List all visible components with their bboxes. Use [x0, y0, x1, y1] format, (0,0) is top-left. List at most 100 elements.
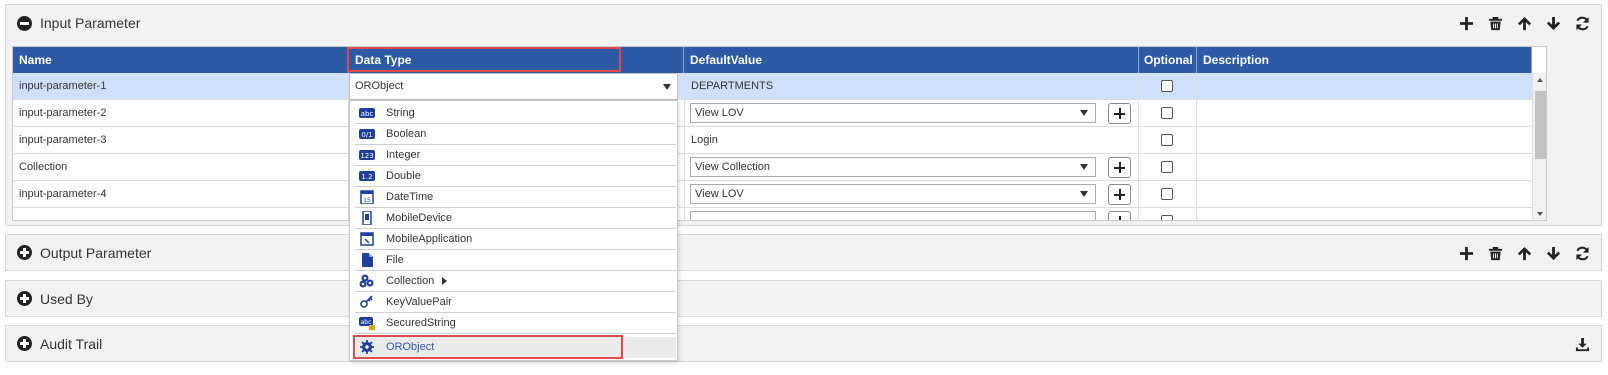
audit-toolbar	[1573, 326, 1592, 363]
option-secured-string[interactable]: abc SecuredString	[355, 313, 676, 334]
optional-cell	[1139, 127, 1197, 154]
default-value-cell: View Collection	[684, 154, 1139, 181]
input-toolbar	[1457, 5, 1592, 41]
integer-icon: 123	[359, 150, 375, 160]
option-orobject[interactable]: ORObject	[355, 337, 676, 358]
panel-title: Used By	[40, 290, 93, 307]
mobile-application-icon	[360, 232, 374, 246]
default-value-select[interactable]	[690, 211, 1096, 220]
add-default-button[interactable]	[1108, 103, 1131, 124]
chevron-down-icon	[1080, 110, 1088, 116]
data-type-select[interactable]: ORObject	[349, 73, 678, 100]
table-row[interactable]: Collection View Collection	[13, 154, 1532, 181]
name-cell: input-parameter-3	[13, 127, 349, 154]
svg-text:0/1: 0/1	[361, 131, 372, 139]
default-value-select[interactable]: View LOV	[690, 184, 1096, 204]
column-data-type[interactable]: Data Type	[349, 47, 684, 73]
orobject-icon	[360, 340, 374, 354]
table-row[interactable]: input-parameter-4 View LOV	[13, 181, 1532, 208]
default-value-cell: Login	[684, 127, 1139, 154]
option-double[interactable]: 1.2 Double	[355, 166, 676, 187]
name-cell: input-parameter-2	[13, 100, 349, 127]
option-string[interactable]: abc String	[355, 103, 676, 124]
option-mobile-application[interactable]: MobileApplication	[355, 229, 676, 250]
refresh-icon[interactable]	[1573, 14, 1592, 33]
move-up-icon[interactable]	[1515, 244, 1534, 263]
trash-icon[interactable]	[1486, 14, 1505, 33]
add-default-button[interactable]	[1108, 157, 1131, 178]
add-icon[interactable]	[1457, 244, 1476, 263]
output-parameter-header[interactable]: Output Parameter	[6, 235, 1406, 270]
table-row[interactable]: input-parameter-1 DEPARTMENTS	[13, 73, 1532, 100]
expand-icon[interactable]	[17, 291, 32, 306]
name-cell	[13, 208, 349, 220]
collection-icon	[359, 274, 374, 288]
default-value-select[interactable]: View LOV	[690, 103, 1096, 123]
optional-checkbox[interactable]	[1161, 80, 1173, 92]
default-value-cell: DEPARTMENTS	[684, 73, 1139, 100]
name-cell: Collection	[13, 154, 349, 181]
key-value-pair-icon	[360, 295, 373, 308]
svg-text:123: 123	[360, 152, 373, 160]
scroll-thumb[interactable]	[1535, 91, 1546, 159]
option-integer[interactable]: 123 Integer	[355, 145, 676, 166]
option-collection[interactable]: Collection	[355, 271, 676, 292]
optional-checkbox[interactable]	[1161, 134, 1173, 146]
datetime-icon: 15	[360, 190, 374, 204]
used-by-header[interactable]: Used By	[6, 281, 1601, 316]
name-cell: input-parameter-1	[13, 73, 349, 100]
column-optional[interactable]: Optional	[1139, 47, 1197, 73]
move-down-icon[interactable]	[1544, 244, 1563, 263]
scroll-down-icon[interactable]	[1537, 212, 1543, 216]
mobile-device-icon	[362, 211, 372, 225]
svg-text:abc: abc	[361, 110, 374, 118]
trash-icon[interactable]	[1486, 244, 1505, 263]
panel-title: Input Parameter	[40, 15, 141, 31]
collapse-icon[interactable]	[17, 15, 32, 31]
add-default-button[interactable]	[1108, 184, 1131, 205]
add-default-button[interactable]	[1108, 211, 1131, 220]
option-boolean[interactable]: 0/1 Boolean	[355, 124, 676, 145]
panel-title: Output Parameter	[40, 244, 152, 261]
table-row[interactable]	[13, 208, 1532, 220]
column-description[interactable]: Description	[1197, 47, 1532, 73]
expand-icon[interactable]	[17, 245, 32, 260]
input-parameter-header[interactable]: Input Parameter	[6, 5, 1406, 41]
add-icon[interactable]	[1457, 14, 1476, 33]
table-row[interactable]: input-parameter-2 View LOV	[13, 100, 1532, 127]
optional-checkbox[interactable]	[1161, 215, 1173, 220]
move-up-icon[interactable]	[1515, 14, 1534, 33]
scroll-up-icon[interactable]	[1537, 78, 1543, 82]
optional-cell	[1139, 100, 1197, 127]
audit-trail-header[interactable]: Audit Trail	[6, 326, 1406, 361]
refresh-icon[interactable]	[1573, 244, 1592, 263]
submenu-arrow-icon	[442, 277, 448, 286]
option-datetime[interactable]: 15 DateTime	[355, 187, 676, 208]
download-icon[interactable]	[1573, 335, 1592, 354]
default-value-cell: View LOV	[684, 181, 1139, 208]
column-default-value[interactable]: DefaultValue	[684, 47, 1139, 73]
svg-text:abc: abc	[361, 319, 372, 326]
optional-checkbox[interactable]	[1161, 161, 1173, 173]
default-value-select[interactable]: View Collection	[690, 157, 1096, 177]
chevron-down-icon	[663, 84, 671, 90]
move-down-icon[interactable]	[1544, 14, 1563, 33]
boolean-icon: 0/1	[359, 129, 375, 139]
expand-icon[interactable]	[17, 336, 32, 351]
optional-checkbox[interactable]	[1161, 107, 1173, 119]
chevron-down-icon	[1080, 191, 1088, 197]
option-file[interactable]: File	[355, 250, 676, 271]
vertical-scrollbar[interactable]	[1532, 73, 1546, 220]
option-mobile-device[interactable]: MobileDevice	[355, 208, 676, 229]
chevron-down-icon	[1080, 164, 1088, 170]
double-icon: 1.2	[359, 171, 375, 181]
column-name[interactable]: Name	[13, 47, 349, 73]
optional-checkbox[interactable]	[1161, 188, 1173, 200]
audit-trail-panel: Audit Trail	[5, 325, 1602, 362]
name-cell: input-parameter-4	[13, 181, 349, 208]
table-header: Name Data Type DefaultValue Optional Des…	[13, 47, 1532, 73]
svg-text:15: 15	[363, 197, 371, 204]
table-row[interactable]: input-parameter-3 Login	[13, 127, 1532, 154]
file-icon	[362, 253, 373, 267]
option-key-value-pair[interactable]: KeyValuePair	[355, 292, 676, 313]
